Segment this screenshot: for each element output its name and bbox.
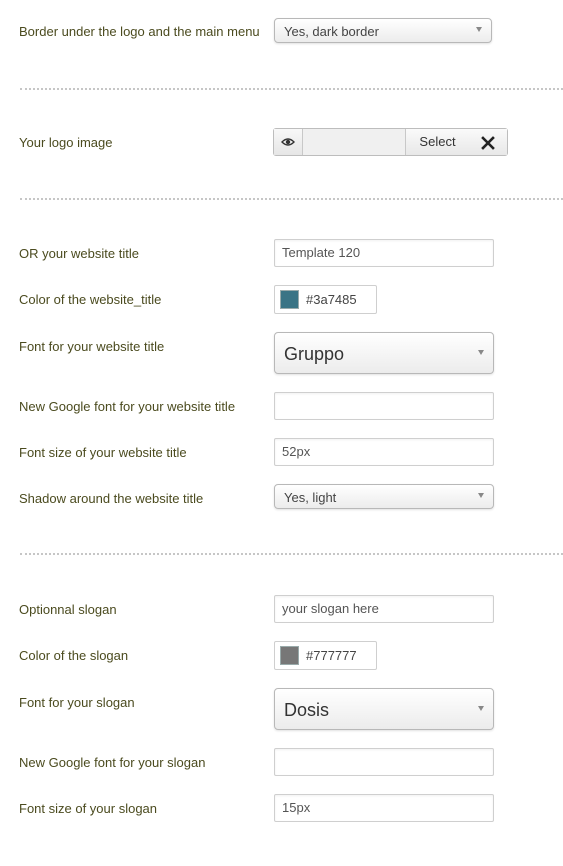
logo-label: Your logo image: [19, 135, 113, 150]
close-icon: [481, 136, 495, 151]
section-divider: [20, 553, 563, 555]
title-shadow-value: Yes, light: [284, 490, 337, 505]
site-title-input[interactable]: Template 120: [274, 239, 494, 267]
border-label: Border under the logo and the main menu: [19, 24, 260, 39]
chevron-down-icon: [478, 706, 484, 711]
slogan-input[interactable]: your slogan here: [274, 595, 494, 623]
title-color-label: Color of the website_title: [19, 292, 162, 307]
logo-select-button[interactable]: Select: [405, 129, 470, 155]
slogan-color-label: Color of the slogan: [19, 648, 129, 663]
border-select[interactable]: Yes, dark border: [274, 18, 492, 43]
title-shadow-select[interactable]: Yes, light: [274, 484, 494, 509]
section-divider: [20, 198, 563, 200]
title-google-font-input[interactable]: [274, 392, 494, 420]
slogan-font-size-label: Font size of your slogan: [19, 801, 158, 816]
slogan-color-swatch[interactable]: [280, 646, 299, 665]
logo-path-field[interactable]: [303, 129, 405, 155]
section-divider: [20, 88, 563, 90]
chevron-down-icon: [476, 27, 482, 32]
slogan-font-size-input[interactable]: 15px: [274, 794, 494, 822]
title-font-value: Gruppo: [284, 344, 345, 364]
title-font-select[interactable]: Gruppo: [274, 332, 494, 374]
title-color-picker[interactable]: #3a7485: [274, 285, 377, 314]
eye-icon[interactable]: [274, 129, 303, 155]
slogan-google-font-label: New Google font for your slogan: [19, 755, 206, 770]
slogan-label: Optionnal slogan: [19, 602, 117, 617]
title-font-label: Font for your website title: [19, 339, 165, 354]
title-font-size-input[interactable]: 52px: [274, 438, 494, 466]
slogan-font-label: Font for your slogan: [19, 695, 135, 710]
slogan-color-picker[interactable]: #777777: [274, 641, 377, 670]
title-google-font-label: New Google font for your website title: [19, 399, 236, 414]
slogan-font-value: Dosis: [284, 700, 330, 720]
title-shadow-label: Shadow around the website title: [19, 491, 204, 506]
title-color-swatch[interactable]: [280, 290, 299, 309]
logo-media-picker: Select: [273, 128, 508, 156]
site-title-label: OR your website title: [19, 246, 139, 261]
title-font-size-label: Font size of your website title: [19, 445, 187, 460]
border-select-value: Yes, dark border: [284, 24, 379, 39]
slogan-font-select[interactable]: Dosis: [274, 688, 494, 730]
title-color-value: #3a7485: [306, 292, 357, 307]
chevron-down-icon: [478, 350, 484, 355]
logo-clear-button[interactable]: [469, 129, 507, 155]
slogan-google-font-input[interactable]: [274, 748, 494, 776]
chevron-down-icon: [478, 493, 484, 498]
slogan-color-value: #777777: [306, 648, 357, 663]
